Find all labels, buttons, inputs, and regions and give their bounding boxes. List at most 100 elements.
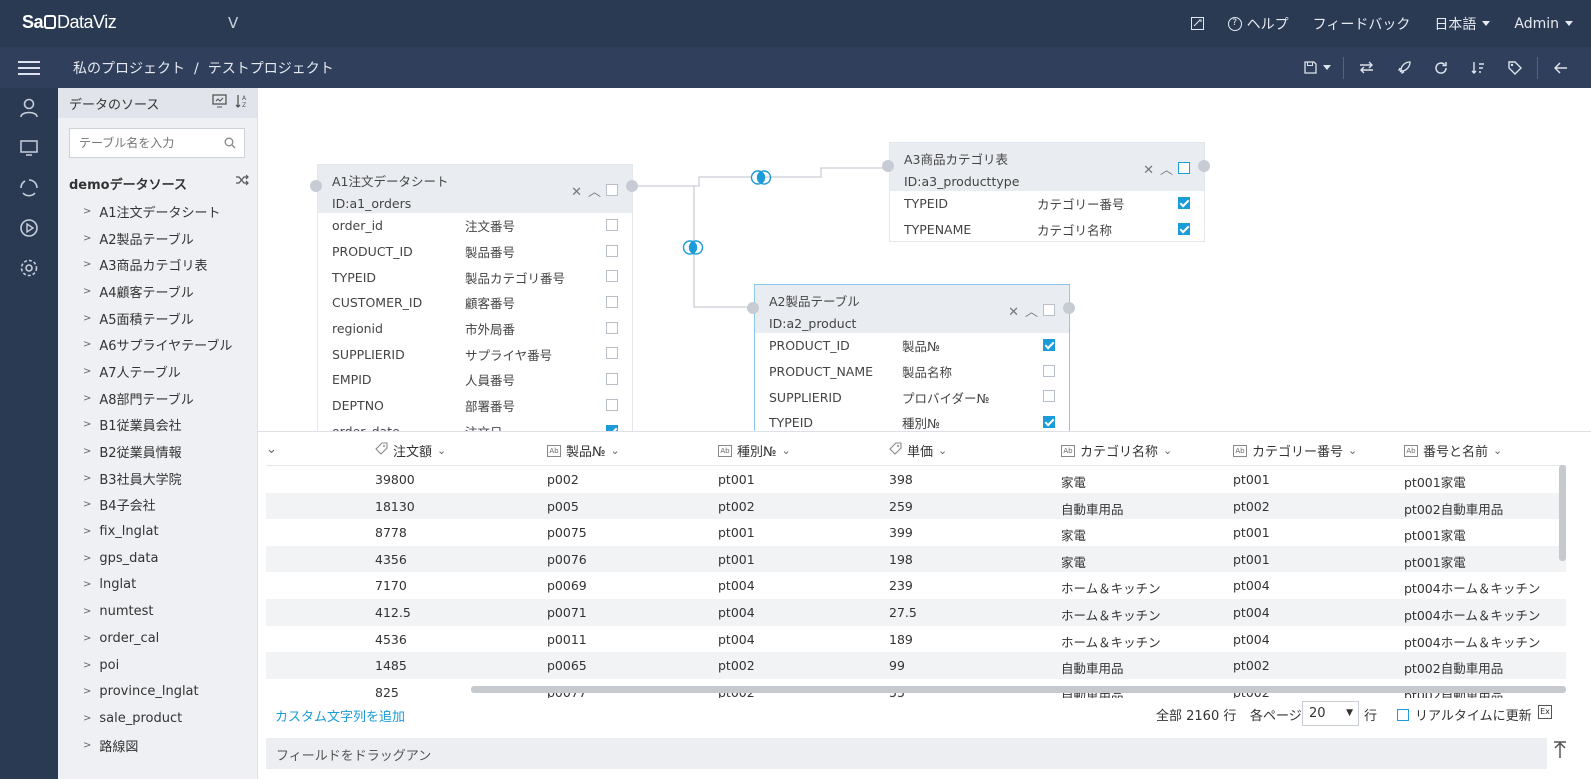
- field-checkbox[interactable]: [1043, 339, 1055, 351]
- field-checkbox[interactable]: [606, 219, 618, 231]
- sidebar-table-item[interactable]: > A7人テーブル: [58, 358, 258, 385]
- per-page-select[interactable]: 20 ▼: [1302, 701, 1359, 726]
- collapse-icon[interactable]: ︿: [588, 182, 601, 204]
- sidebar-table-item[interactable]: > fix_lnglat: [58, 518, 258, 545]
- field-row[interactable]: TYPEID 製品カテゴリ番号: [318, 264, 632, 290]
- field-row[interactable]: PRODUCT_ID 製品番号: [318, 239, 632, 265]
- cycle-icon[interactable]: [0, 168, 58, 208]
- table-row[interactable]: 4356 p0076 pt001 198 家電 pt001 pt001家電: [266, 545, 1566, 573]
- sidebar-table-item[interactable]: > lnglat: [58, 572, 258, 599]
- grid-column-header[interactable]: Ab 番号と名前 ⌄: [1404, 441, 1502, 460]
- table-node-a1[interactable]: A1注文データシート ID:a1_orders ✕ ︿ order_id 注文番号…: [317, 164, 633, 432]
- back-arrow-icon[interactable]: [1542, 47, 1579, 88]
- search-icon[interactable]: [224, 137, 236, 153]
- table-row[interactable]: 8778 p0075 pt001 399 家電 pt001 pt001家電: [266, 519, 1566, 546]
- field-row[interactable]: TYPEID 種別№: [755, 410, 1069, 432]
- sidebar-table-item[interactable]: > A6サプライヤテーブル: [58, 331, 258, 358]
- connector-dot[interactable]: [1198, 160, 1210, 172]
- field-checkbox[interactable]: [1043, 416, 1055, 429]
- table-node-a2[interactable]: A2製品テーブル ID:a2_product ✕ ︿ PRODUCT_ID 製品№…: [754, 284, 1070, 432]
- table-row[interactable]: 4536 p0011 pt004 189 ホーム＆キッチン pt004 pt004ホーム＆キ…: [266, 626, 1566, 653]
- table-row[interactable]: 1485 p0065 pt002 99 自動車用品 pt002 pt002自動車用品: [266, 652, 1566, 679]
- sidebar-table-item[interactable]: > sale_product: [58, 705, 258, 732]
- table-node-header[interactable]: A2製品テーブル ID:a2_product ✕ ︿: [755, 285, 1069, 333]
- user-icon[interactable]: [0, 88, 58, 128]
- field-checkbox[interactable]: [606, 244, 618, 257]
- sidebar-table-item[interactable]: > B4子会社: [58, 492, 258, 519]
- sidebar-table-item[interactable]: > B3社員大学院: [58, 465, 258, 492]
- collapse-icon[interactable]: ︿: [1160, 160, 1173, 182]
- edit-icon[interactable]: [1190, 17, 1204, 30]
- select-all-checkbox[interactable]: [606, 184, 618, 196]
- field-checkbox[interactable]: [606, 270, 618, 283]
- sidebar-table-item[interactable]: > poi: [58, 652, 258, 679]
- field-checkbox[interactable]: [1043, 390, 1055, 403]
- sidebar-table-item[interactable]: > province_lnglat: [58, 678, 258, 705]
- menu-icon[interactable]: [18, 57, 40, 77]
- realtime-checkbox[interactable]: [1397, 708, 1409, 721]
- field-checkbox[interactable]: [1178, 197, 1190, 209]
- shuffle-icon[interactable]: [235, 174, 249, 190]
- select-all-checkbox[interactable]: [1178, 162, 1190, 174]
- sidebar-table-item[interactable]: > A8部門テーブル: [58, 385, 258, 412]
- close-icon[interactable]: ✕: [1008, 302, 1019, 324]
- field-row[interactable]: SUPPLIERID プロバイダー№: [755, 384, 1069, 410]
- relation-canvas[interactable]: A1注文データシート ID:a1_orders ✕ ︿ order_id 注文番号…: [258, 88, 1591, 432]
- grid-column-header[interactable]: Ab 種別№ ⌄: [718, 441, 791, 460]
- save-icon[interactable]: [1295, 47, 1339, 88]
- sort-az-icon[interactable]: AZ: [235, 94, 249, 112]
- add-custom-column-link[interactable]: カスタム文字列を追加: [275, 706, 405, 725]
- field-checkbox[interactable]: [606, 347, 618, 360]
- field-row[interactable]: SUPPLIERID サプライヤ番号: [318, 341, 632, 367]
- field-row[interactable]: TYPENAME カテゴリ名称: [890, 217, 1204, 243]
- app-logo[interactable]: Sa DataViz: [22, 12, 117, 33]
- upload-icon[interactable]: [1553, 741, 1567, 763]
- table-search-input[interactable]: [79, 136, 227, 150]
- field-row[interactable]: CUSTOMER_ID 顧客番号: [318, 290, 632, 316]
- user-menu[interactable]: Admin: [1514, 16, 1573, 32]
- sidebar-table-item[interactable]: > 路線図: [58, 732, 258, 759]
- export-excel-icon[interactable]: Ex: [1538, 705, 1552, 719]
- field-row[interactable]: PRODUCT_ID 製品№: [755, 333, 1069, 359]
- grid-column-header[interactable]: 単価 ⌄: [889, 441, 947, 460]
- sidebar-table-item[interactable]: > order_cal: [58, 625, 258, 652]
- rocket-icon[interactable]: [1385, 47, 1422, 88]
- breadcrumb-project[interactable]: 私のプロジェクト: [73, 61, 185, 77]
- sidebar-table-item[interactable]: > A5面積テーブル: [58, 305, 258, 332]
- sort-icon[interactable]: [1459, 47, 1496, 88]
- field-checkbox[interactable]: [606, 321, 618, 334]
- connector-dot[interactable]: [747, 302, 759, 314]
- table-node-header[interactable]: A3商品カテゴリ表 ID:a3_producttype ✕ ︿: [890, 143, 1204, 191]
- connector-dot[interactable]: [1063, 302, 1075, 314]
- sidebar-table-item[interactable]: > A2製品テーブル: [58, 225, 258, 252]
- monitor-icon[interactable]: [0, 128, 58, 168]
- feedback-link[interactable]: フィードバック: [1313, 14, 1411, 34]
- field-row[interactable]: PRODUCT_NAME 製品名称: [755, 359, 1069, 385]
- grid-column-header[interactable]: Ab カテゴリー番号 ⌄: [1233, 441, 1357, 460]
- sidebar-table-item[interactable]: > A3商品カテゴリ表: [58, 251, 258, 278]
- realtime-toggle[interactable]: リアルタイムに更新: [1397, 705, 1532, 724]
- join-icon[interactable]: [682, 240, 704, 255]
- field-row[interactable]: order_id 注文番号: [318, 213, 632, 239]
- sidebar-table-item[interactable]: > gps_data: [58, 545, 258, 572]
- connector-dot[interactable]: [882, 160, 894, 172]
- sidebar-table-item[interactable]: > A1注文データシート: [58, 198, 258, 225]
- join-icon[interactable]: [750, 170, 772, 185]
- refresh-icon[interactable]: [1422, 47, 1459, 88]
- vertical-scrollbar[interactable]: [1559, 465, 1566, 561]
- field-checkbox[interactable]: [606, 296, 618, 309]
- sidebar-table-item[interactable]: > B1従業員会社: [58, 412, 258, 439]
- table-row[interactable]: 18130 p005 pt002 259 自動車用品 pt002 pt002自動車用品: [266, 492, 1566, 520]
- field-row[interactable]: order_date注文日: [318, 419, 632, 432]
- close-icon[interactable]: ✕: [571, 182, 582, 204]
- table-node-header[interactable]: A1注文データシート ID:a1_orders ✕ ︿: [318, 165, 632, 213]
- select-all-checkbox[interactable]: [1043, 304, 1055, 316]
- field-row[interactable]: DEPTNO 部署番号: [318, 393, 632, 419]
- close-icon[interactable]: ✕: [1143, 160, 1154, 182]
- table-node-a3[interactable]: A3商品カテゴリ表 ID:a3_producttype ✕ ︿ TYPEID カテ…: [889, 142, 1205, 242]
- field-checkbox[interactable]: [1043, 364, 1055, 377]
- sidebar-table-item[interactable]: > B2従業員情報: [58, 438, 258, 465]
- field-row[interactable]: TYPEID カテゴリー番号: [890, 191, 1204, 217]
- sidebar-table-item[interactable]: > A4顧客テーブル: [58, 278, 258, 305]
- help-link[interactable]: ? ヘルプ: [1227, 14, 1289, 34]
